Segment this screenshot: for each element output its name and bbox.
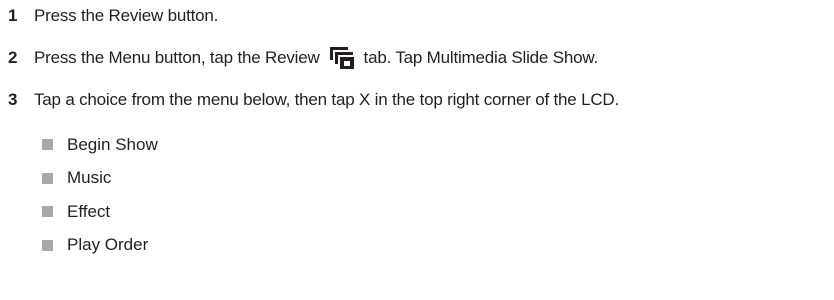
- step-3: 3 Tap a choice from the menu below, then…: [8, 87, 619, 113]
- step-2: 2 Press the Menu button, tap the Review …: [8, 45, 598, 71]
- square-bullet-icon: [42, 139, 53, 151]
- step-text-before-icon: Press the Menu button, tap the Review: [34, 48, 320, 67]
- instruction-page: 1 Press the Review button. 2 Press the M…: [0, 0, 834, 300]
- list-item: Music: [42, 162, 158, 196]
- step-number: 3: [8, 90, 18, 109]
- menu-choice-label: Effect: [67, 201, 111, 221]
- step-1: 1 Press the Review button.: [8, 3, 218, 29]
- square-bullet-icon: [42, 239, 53, 251]
- square-bullet-icon: [42, 206, 53, 218]
- menu-choice-label: Begin Show: [67, 134, 158, 154]
- step-number: 1: [8, 6, 18, 25]
- step-text-after-icon: tab. Tap Multimedia Slide Show.: [363, 48, 599, 67]
- menu-choice-label: Music: [67, 168, 112, 188]
- list-item: Begin Show: [42, 128, 158, 162]
- list-item: Play Order: [42, 229, 158, 263]
- menu-choice-label: Play Order: [67, 235, 149, 255]
- step-text: Press the Review button.: [34, 6, 219, 25]
- review-tab-icon: [329, 47, 354, 69]
- step-text: Press the Menu button, tap the Review ta…: [34, 47, 598, 69]
- step-number: 2: [8, 48, 18, 67]
- square-bullet-icon: [42, 172, 53, 184]
- menu-choice-list: Begin Show Music Effect Play Order: [42, 128, 158, 262]
- step-text: Tap a choice from the menu below, then t…: [34, 90, 620, 109]
- list-item: Effect: [42, 195, 158, 229]
